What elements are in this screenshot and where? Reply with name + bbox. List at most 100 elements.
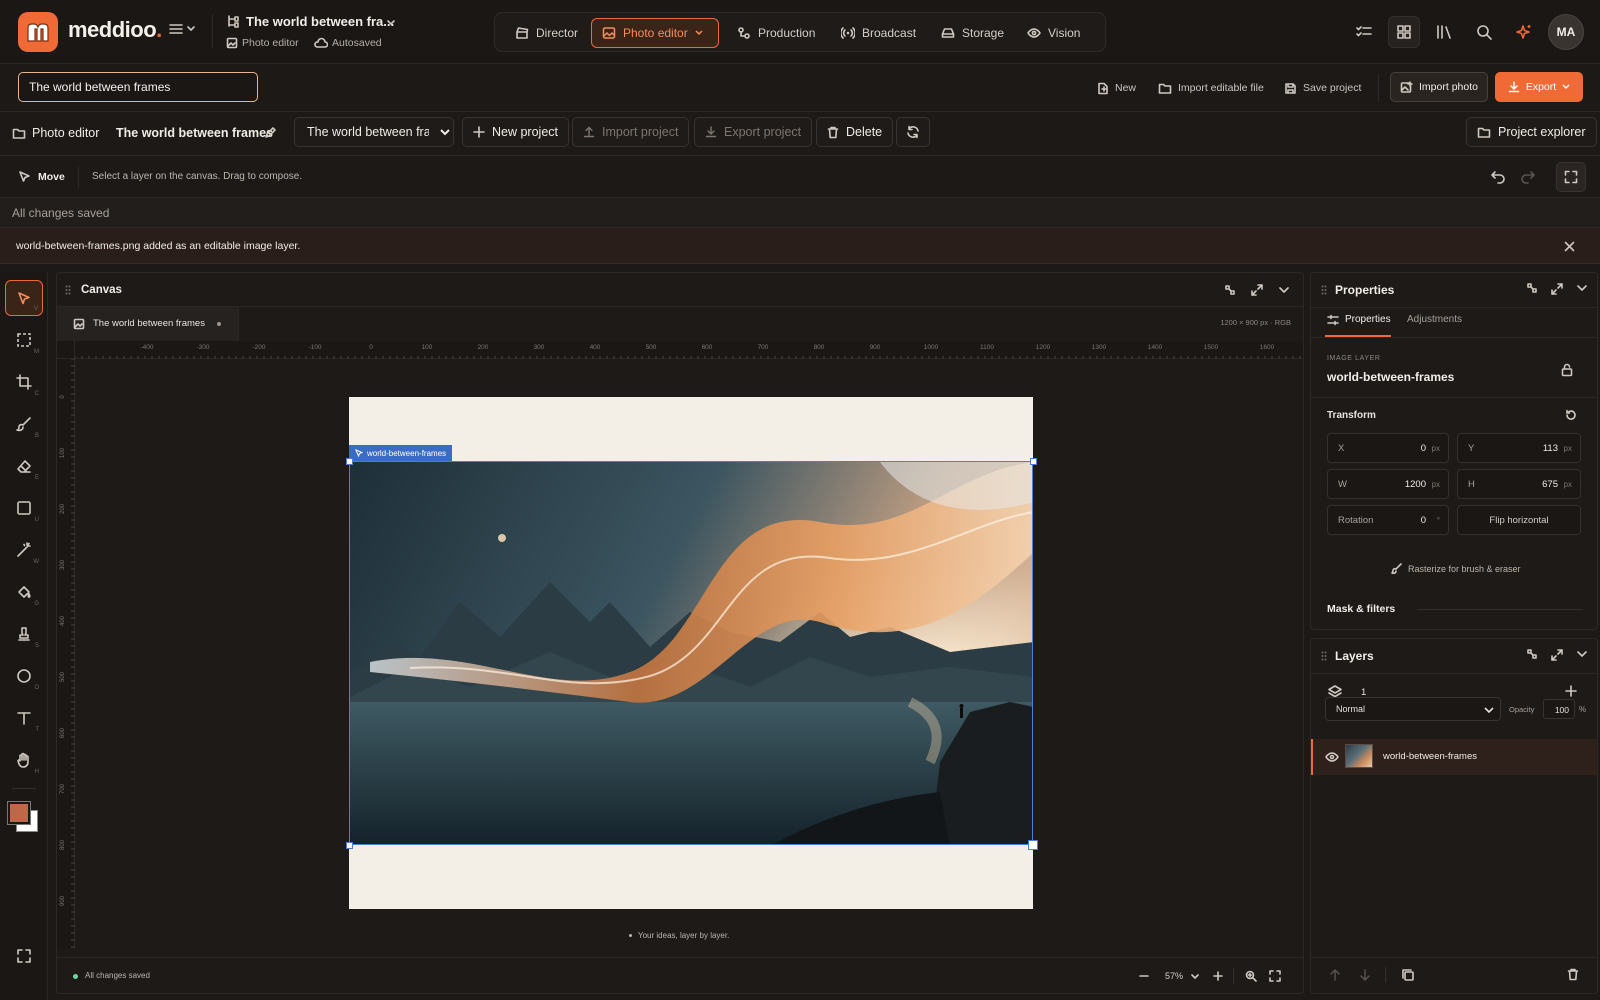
detach-icon[interactable]: [1527, 649, 1537, 659]
stamp-tool-button[interactable]: S: [5, 616, 43, 652]
chevron-down-icon[interactable]: [1577, 649, 1587, 659]
save-project-button[interactable]: Save project: [1284, 78, 1361, 98]
avatar[interactable]: MA: [1548, 14, 1584, 50]
eraser-tool-button[interactable]: E: [5, 448, 43, 484]
project-dropdown-icon[interactable]: [386, 18, 396, 28]
zoom-out-icon[interactable]: [1139, 971, 1149, 981]
new-button[interactable]: New: [1096, 78, 1136, 98]
image-layer[interactable]: [349, 461, 1033, 845]
opacity-input[interactable]: 100: [1543, 699, 1575, 719]
hand-tool-button[interactable]: H: [5, 742, 43, 778]
resize-handle-ne[interactable]: [1030, 458, 1037, 465]
blend-mode-select[interactable]: Normal: [1325, 697, 1501, 721]
delete-project-button[interactable]: Delete: [816, 117, 894, 147]
y-field[interactable]: Y 113 px: [1457, 433, 1581, 463]
ruler-h-label: 1600: [1260, 344, 1275, 351]
apps-button[interactable]: [1388, 16, 1420, 48]
new-project-button[interactable]: New project: [462, 117, 569, 147]
ellipse-tool-button[interactable]: O: [5, 658, 43, 694]
drag-handle-icon[interactable]: [1321, 285, 1327, 295]
drag-handle-icon[interactable]: [1321, 651, 1327, 661]
detach-icon[interactable]: [1225, 285, 1235, 295]
ruler-h-label: 200: [478, 344, 489, 351]
detach-icon[interactable]: [1527, 283, 1537, 293]
trash-icon[interactable]: [1567, 968, 1579, 981]
close-icon[interactable]: [1564, 241, 1575, 252]
fill-tool-button[interactable]: G: [5, 574, 43, 610]
add-layer-icon[interactable]: [1565, 685, 1577, 697]
ai-assistant-button[interactable]: [1508, 16, 1540, 48]
rotation-field[interactable]: Rotation 0 °: [1327, 505, 1449, 535]
maximize-icon[interactable]: [1551, 649, 1563, 661]
brush-tool-button[interactable]: B: [5, 406, 43, 442]
fullscreen-button[interactable]: [1556, 162, 1586, 192]
undo-icon[interactable]: [1490, 169, 1506, 185]
duplicate-layer-icon[interactable]: [1401, 968, 1415, 982]
fit-screen-button[interactable]: [16, 948, 32, 964]
drag-handle-icon[interactable]: [65, 285, 71, 295]
rasterize-button[interactable]: Rasterize for brush & eraser: [1391, 563, 1521, 574]
eye-icon[interactable]: [1325, 751, 1339, 763]
nav-broadcast[interactable]: Broadcast: [831, 18, 926, 48]
library-button[interactable]: [1428, 16, 1460, 48]
maximize-icon[interactable]: [1551, 283, 1563, 295]
tab-properties[interactable]: Properties: [1345, 314, 1391, 325]
lock-icon[interactable]: [1561, 363, 1573, 377]
magic-wand-icon: [17, 542, 31, 557]
document-title-input[interactable]: [18, 72, 258, 102]
height-field[interactable]: H 675 px: [1457, 469, 1581, 499]
x-field[interactable]: X 0 px: [1327, 433, 1449, 463]
refresh-button[interactable]: [896, 117, 930, 147]
resize-handle-nw[interactable]: [346, 458, 353, 465]
nav-director[interactable]: Director: [505, 18, 588, 48]
chevron-down-icon[interactable]: [1279, 285, 1289, 295]
nav-storage[interactable]: Storage: [931, 18, 1014, 48]
flip-horizontal-button[interactable]: Flip horizontal: [1457, 505, 1581, 535]
nav-production[interactable]: Production: [727, 18, 825, 48]
document-tab[interactable]: The world between frames: [57, 307, 239, 341]
search-button[interactable]: [1468, 16, 1500, 48]
reset-icon[interactable]: [1565, 409, 1577, 421]
resize-handle-se[interactable]: [1028, 840, 1038, 850]
move-tool-button[interactable]: V: [5, 280, 43, 316]
resize-handle-sw[interactable]: [346, 842, 353, 849]
zoom-in-icon[interactable]: [1213, 971, 1223, 981]
text-tool-button[interactable]: T: [5, 700, 43, 736]
logo-icon[interactable]: [18, 12, 58, 52]
move-layer-up-icon[interactable]: [1329, 969, 1341, 981]
mask-filters-label[interactable]: Mask & filters: [1327, 603, 1395, 615]
project-title[interactable]: The world between fra...: [246, 14, 394, 29]
search-icon: [1477, 25, 1492, 40]
chevron-down-icon[interactable]: [1577, 283, 1587, 293]
marquee-tool-button[interactable]: M: [5, 322, 43, 358]
nav-photo-editor[interactable]: Photo editor: [591, 18, 719, 48]
maximize-icon[interactable]: [1251, 284, 1263, 296]
import-project-button[interactable]: Import project: [572, 117, 690, 147]
download-icon: [1508, 81, 1520, 93]
horizontal-ruler: -400 -300 -200 -100 0 100 200 300 400 500 600 700 80…: [75, 341, 1303, 359]
project-select[interactable]: The world between frames: [294, 117, 454, 147]
pencil-icon[interactable]: [264, 126, 277, 139]
tab-adjustments[interactable]: Adjustments: [1407, 314, 1462, 325]
export-project-button[interactable]: Export project: [694, 117, 813, 147]
foreground-color-swatch[interactable]: [7, 801, 31, 825]
expand-icon[interactable]: [1269, 970, 1281, 982]
magic-wand-tool-button[interactable]: W: [5, 532, 43, 568]
redo-icon[interactable]: [1520, 169, 1536, 185]
move-layer-down-icon[interactable]: [1359, 969, 1371, 981]
zoom-level[interactable]: 57%: [1165, 971, 1183, 981]
crop-tool-button[interactable]: C: [5, 364, 43, 400]
export-button[interactable]: Export: [1495, 72, 1583, 102]
chevron-down-icon[interactable]: [1191, 973, 1199, 981]
import-photo-button[interactable]: Import photo: [1390, 72, 1488, 102]
project-explorer-button[interactable]: Project explorer: [1466, 117, 1597, 147]
main-menu-button[interactable]: [168, 22, 195, 36]
rectangle-tool-button[interactable]: U: [5, 490, 43, 526]
layer-row[interactable]: world-between-frames: [1311, 739, 1597, 775]
checklist-button[interactable]: [1348, 16, 1380, 48]
clapperboard-icon: [516, 27, 529, 39]
width-field[interactable]: W 1200 px: [1327, 469, 1449, 499]
zoom-fit-icon[interactable]: [1245, 970, 1257, 982]
nav-vision[interactable]: Vision: [1017, 18, 1090, 48]
import-editable-button[interactable]: Import editable file: [1158, 78, 1264, 98]
